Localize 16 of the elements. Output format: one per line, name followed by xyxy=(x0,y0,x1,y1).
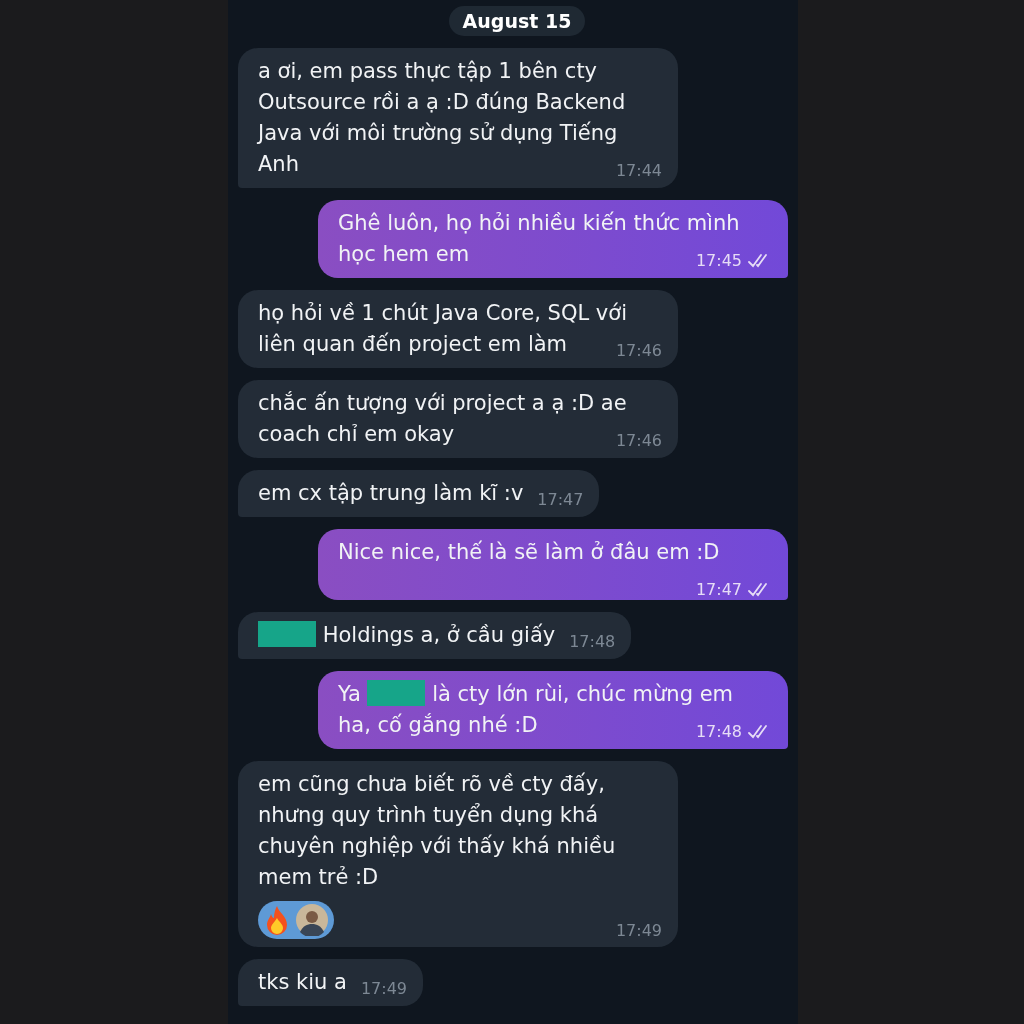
avatar-icon xyxy=(296,904,328,936)
message-time: 17:48 xyxy=(569,632,616,652)
message-time: 17:46 xyxy=(615,431,662,451)
message-time: 17:49 xyxy=(360,979,407,999)
message-time: 17:47 xyxy=(537,490,584,510)
date-label: August 15 xyxy=(448,6,586,36)
message-time: 17:49 xyxy=(615,921,662,941)
message-text: em cũng chưa biết rõ về cty đấy, nhưng quy trình tuyển dụng khá chuyên nghiệp với thấy khá nhiều mem trẻ :D xyxy=(258,772,616,889)
reaction-chip[interactable] xyxy=(258,901,334,939)
message-time: 17:44 xyxy=(615,161,662,181)
fire-icon xyxy=(264,905,290,935)
message-time: 17:48 xyxy=(695,722,742,742)
message-time: 17:47 xyxy=(695,580,742,600)
redaction-block xyxy=(258,621,316,647)
redaction-block xyxy=(367,680,426,706)
message-time: 17:46 xyxy=(615,341,662,361)
